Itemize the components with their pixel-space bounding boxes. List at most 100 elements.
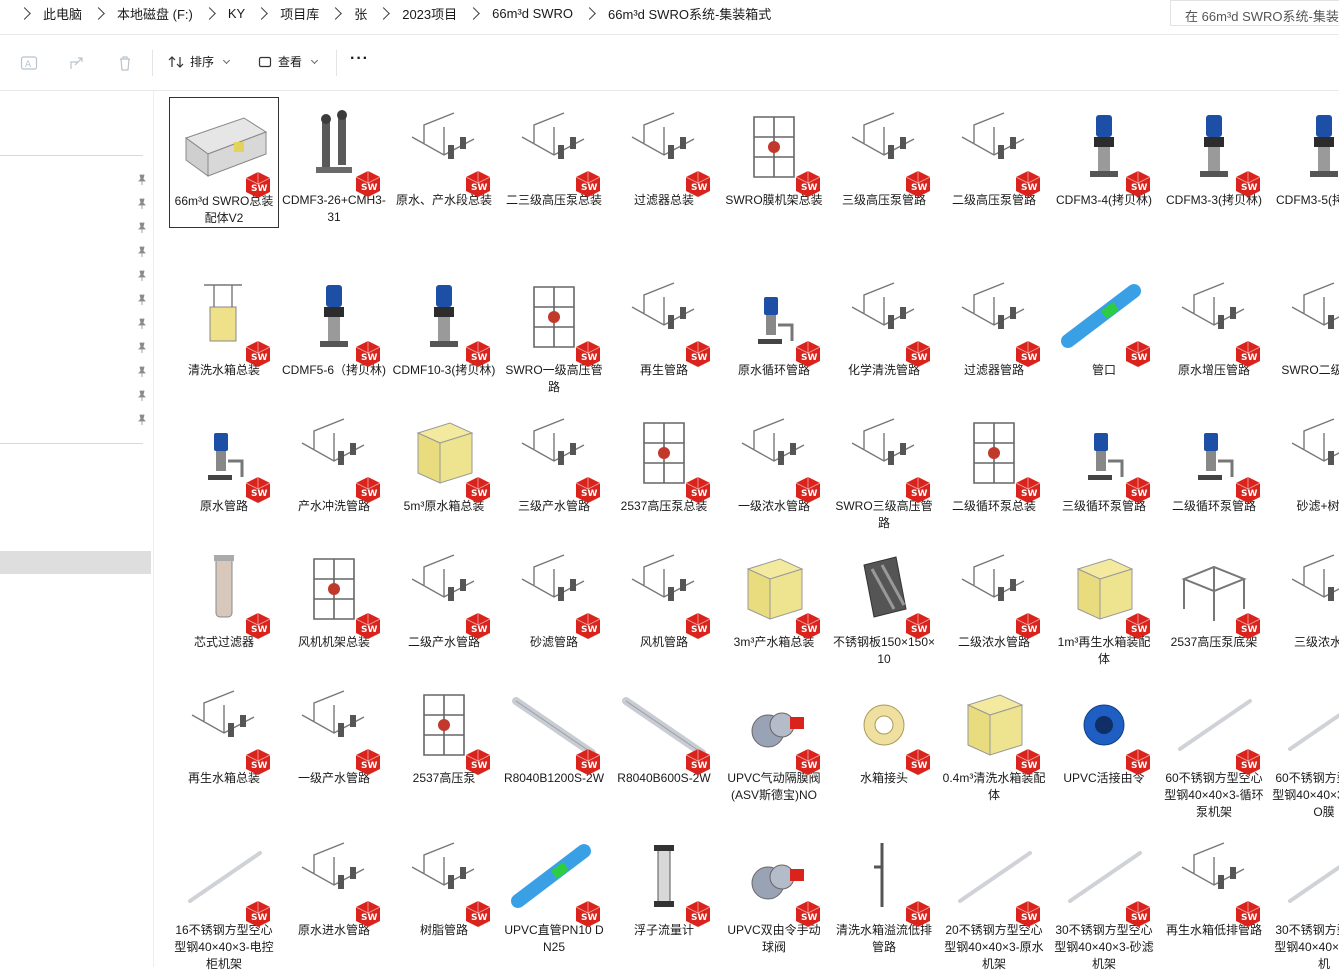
file-item[interactable]: SW 二级循环泵管路 bbox=[1159, 403, 1269, 515]
file-item[interactable]: SW 化学清洗管路 bbox=[829, 267, 939, 379]
solidworks-part-icon: SW bbox=[1181, 842, 1261, 927]
file-item[interactable]: SW 三级循环泵管路 bbox=[1049, 403, 1159, 515]
file-item[interactable]: SW 浮子流量计 bbox=[609, 827, 719, 939]
file-item[interactable]: SW CDMF5-6（拷贝林) bbox=[279, 267, 389, 379]
file-item[interactable]: SW 过滤器总装 bbox=[609, 97, 719, 209]
file-item[interactable]: SW 再生管路 bbox=[609, 267, 719, 379]
view-button[interactable]: 查看 bbox=[258, 53, 319, 70]
file-item[interactable]: SW 三级高压泵管路 bbox=[829, 97, 939, 209]
breadcrumb-item[interactable]: 张 bbox=[354, 4, 367, 23]
file-item[interactable]: SW 30不锈钢方型空心型钢40×40×3-砂滤机架 bbox=[1049, 827, 1159, 973]
file-item[interactable]: SW 2537高压泵底架 bbox=[1159, 539, 1269, 651]
file-item[interactable]: SW 30不锈钢方型空心型钢40×40×3-风机机 bbox=[1269, 827, 1339, 973]
svg-text:SW: SW bbox=[911, 913, 927, 923]
sort-button[interactable]: 排序 bbox=[168, 53, 231, 70]
search-input[interactable]: 在 66m³d SWRO系统-集装 bbox=[1170, 0, 1339, 26]
pin-icon[interactable] bbox=[137, 222, 147, 234]
breadcrumb-item[interactable]: 66m³d SWRO系统-集装箱式 bbox=[608, 4, 771, 23]
file-item[interactable]: SW 产水冲洗管路 bbox=[279, 403, 389, 515]
file-item[interactable]: SW CDFM3-3(拷贝林) bbox=[1159, 97, 1269, 209]
file-item[interactable]: SW 再生水箱总装 bbox=[169, 675, 279, 787]
breadcrumb-item[interactable]: KY bbox=[228, 6, 245, 21]
file-item[interactable]: SW SWRO三级高压管路 bbox=[829, 403, 939, 532]
file-item[interactable]: SW 5m³原水箱总装 bbox=[389, 403, 499, 515]
file-item[interactable]: SW CDMF10-3(拷贝林) bbox=[389, 267, 499, 379]
more-options-button[interactable]: ··· bbox=[350, 50, 369, 68]
pin-icon[interactable] bbox=[137, 414, 147, 426]
svg-text:SW: SW bbox=[251, 353, 267, 363]
file-item[interactable]: SW CDMF3-26+CMH3-31 bbox=[279, 97, 389, 226]
pin-icon[interactable] bbox=[137, 342, 147, 354]
file-item[interactable]: SW 不锈钢板150×150×10 bbox=[829, 539, 939, 668]
file-item[interactable]: SW 三级产水管路 bbox=[499, 403, 609, 515]
file-item[interactable]: SW 20不锈钢方型空心型钢40×40×3-原水机架 bbox=[939, 827, 1049, 973]
file-item[interactable]: SW 原水增压管路 bbox=[1159, 267, 1269, 379]
file-item[interactable]: SW 2537高压泵总装 bbox=[609, 403, 719, 515]
file-item[interactable]: SW 2537高压泵 bbox=[389, 675, 499, 787]
file-item[interactable]: SW 1m³再生水箱装配体 bbox=[1049, 539, 1159, 668]
file-item[interactable]: SW三级浓水管 bbox=[1269, 539, 1339, 651]
file-item[interactable]: SW 16不锈钢方型空心型钢40×40×3-电控柜机架 bbox=[169, 827, 279, 973]
file-item[interactable]: SW 再生水箱低排管路 bbox=[1159, 827, 1269, 939]
pin-icon[interactable] bbox=[137, 390, 147, 402]
file-item[interactable]: SW UPVC活接由令 bbox=[1049, 675, 1159, 787]
file-item[interactable]: SW UPVC气动隔膜阀(ASV斯德宝)NO bbox=[719, 675, 829, 804]
file-item[interactable]: SW 3m³产水箱总装 bbox=[719, 539, 829, 651]
file-item[interactable]: SW 二级浓水管路 bbox=[939, 539, 1049, 651]
pin-icon[interactable] bbox=[137, 246, 147, 258]
file-item[interactable]: SW 一级浓水管路 bbox=[719, 403, 829, 515]
pin-icon[interactable] bbox=[137, 174, 147, 186]
file-item[interactable]: SW 0.4m³清洗水箱装配体 bbox=[939, 675, 1049, 804]
breadcrumb-item[interactable]: 此电脑 bbox=[43, 4, 82, 23]
pin-icon[interactable] bbox=[137, 318, 147, 330]
pin-icon[interactable] bbox=[137, 294, 147, 306]
file-item[interactable]: SW 二级产水管路 bbox=[389, 539, 499, 651]
file-item[interactable]: SW 66m³d SWRO总装配体V2 bbox=[169, 97, 279, 228]
solidworks-part-icon: SW bbox=[512, 697, 601, 775]
file-item[interactable]: SW 水箱接头 bbox=[829, 675, 939, 787]
file-item[interactable]: SW 二级循环泵总装 bbox=[939, 403, 1049, 515]
file-item[interactable]: SW UPVC双由令手动球阀 bbox=[719, 827, 829, 956]
breadcrumb-item[interactable]: 项目库 bbox=[280, 4, 319, 23]
file-item[interactable]: SW 芯式过滤器 bbox=[169, 539, 279, 651]
file-item[interactable]: SW 风机管路 bbox=[609, 539, 719, 651]
file-item[interactable]: SW 清洗水箱总装 bbox=[169, 267, 279, 379]
file-item[interactable]: SW 原水循环管路 bbox=[719, 267, 829, 379]
file-item[interactable]: SW 60不锈钢方型空心型钢40×40×3-循环泵机架 bbox=[1159, 675, 1269, 821]
svg-text:SW: SW bbox=[801, 489, 817, 499]
file-item[interactable]: SW 过滤器管路 bbox=[939, 267, 1049, 379]
file-item[interactable]: SW 一级产水管路 bbox=[279, 675, 389, 787]
pin-icon[interactable] bbox=[137, 198, 147, 210]
file-item[interactable]: SW 原水、产水段总装 bbox=[389, 97, 499, 209]
rename-icon[interactable]: A bbox=[20, 54, 38, 72]
file-item[interactable]: SW 二三级高压泵总装 bbox=[499, 97, 609, 209]
pin-icon[interactable] bbox=[137, 270, 147, 282]
file-item[interactable]: SW CDFM3-4(拷贝林) bbox=[1049, 97, 1159, 209]
file-item[interactable]: SW 原水管路 bbox=[169, 403, 279, 515]
trash-icon[interactable] bbox=[116, 54, 134, 72]
file-item[interactable]: SWCDFM3-5(拷贝林) bbox=[1269, 97, 1339, 209]
file-item[interactable]: SW 树脂管路 bbox=[389, 827, 499, 939]
share-icon[interactable] bbox=[68, 54, 86, 72]
file-item[interactable]: SW砂滤+树脂 bbox=[1269, 403, 1339, 515]
file-name: SWRO一级高压管路 bbox=[505, 363, 603, 394]
file-item[interactable]: SW 管口 bbox=[1049, 267, 1159, 379]
file-item[interactable]: SW R8040B1200S-2W bbox=[499, 675, 609, 787]
file-item[interactable]: SW 风机机架总装 bbox=[279, 539, 389, 651]
file-item[interactable]: SWSWRO二级管路 bbox=[1269, 267, 1339, 379]
file-item[interactable]: SW 原水进水管路 bbox=[279, 827, 389, 939]
file-thumbnail: SW bbox=[944, 827, 1044, 927]
file-item[interactable]: SW SWRO一级高压管路 bbox=[499, 267, 609, 396]
file-item[interactable]: SW UPVC直管PN10 DN25 bbox=[499, 827, 609, 956]
file-item[interactable]: SW 砂滤管路 bbox=[499, 539, 609, 651]
file-item[interactable]: SW R8040B600S-2W bbox=[609, 675, 719, 787]
nav-item-selected[interactable] bbox=[0, 551, 151, 574]
file-item[interactable]: SW 清洗水箱溢流低排管路 bbox=[829, 827, 939, 956]
breadcrumb-item[interactable]: 本地磁盘 (F:) bbox=[117, 4, 193, 23]
pin-icon[interactable] bbox=[137, 366, 147, 378]
file-item[interactable]: SW SWRO膜机架总装 bbox=[719, 97, 829, 209]
breadcrumb-item[interactable]: 2023项目 bbox=[402, 4, 457, 23]
file-item[interactable]: SW 二级高压泵管路 bbox=[939, 97, 1049, 209]
breadcrumb-item[interactable]: 66m³d SWRO bbox=[492, 6, 573, 21]
file-item[interactable]: SW 60不锈钢方型空心型钢40×40×3-SWRO膜 bbox=[1269, 675, 1339, 821]
